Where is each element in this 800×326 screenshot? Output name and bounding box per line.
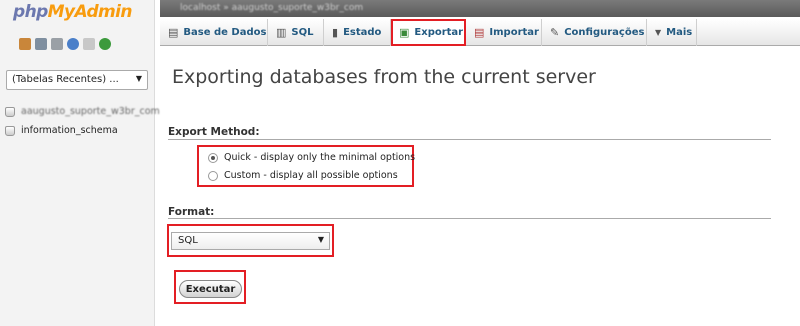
database-icon: [5, 106, 15, 117]
tab-import[interactable]: ▤ Importar: [466, 18, 542, 46]
format-select[interactable]: SQL ▼: [171, 232, 330, 250]
status-icon: ▮: [332, 25, 339, 39]
radio-label: Quick - display only the minimal options: [224, 152, 416, 163]
import-icon: ▤: [474, 25, 485, 39]
tab-bar: ▤ Base de Dados ▥ SQL ▮ Estado ▣ Exporta…: [160, 18, 800, 46]
breadcrumb-bar: localhost » aaugusto_suporte_w3br_com: [160, 0, 800, 17]
tab-export[interactable]: ▣ Exportar: [391, 18, 466, 46]
tab-label: Estado: [343, 26, 382, 38]
breadcrumb[interactable]: localhost » aaugusto_suporte_w3br_com: [168, 3, 363, 13]
tab-status[interactable]: ▮ Estado: [324, 18, 391, 46]
main-content: Exporting databases from the current ser…: [160, 46, 800, 326]
divider: [168, 139, 771, 140]
recent-tables-value: (Tabelas Recentes) ...: [12, 74, 119, 85]
db-item-label: aaugusto_suporte_w3br_com: [21, 106, 160, 117]
tab-more[interactable]: ▼ Mais: [647, 18, 697, 46]
db-item[interactable]: information_schema: [5, 125, 118, 136]
home-icon[interactable]: [19, 38, 31, 50]
settings-icon[interactable]: [83, 38, 95, 50]
export-method-heading: Export Method:: [168, 126, 260, 138]
db-item-label: information_schema: [21, 125, 118, 136]
wrench-icon: ✎: [550, 25, 560, 39]
database-icon[interactable]: [35, 38, 47, 50]
export-icon: ▣: [399, 25, 410, 39]
tab-settings[interactable]: ✎ Configurações: [542, 18, 647, 46]
radio-label: Custom - display all possible options: [224, 170, 398, 181]
format-select-value: SQL: [178, 235, 198, 246]
execute-button[interactable]: Executar: [179, 280, 242, 298]
reload-icon[interactable]: [99, 38, 111, 50]
dropdown-arrow-icon: ▼: [135, 74, 142, 83]
tab-label: Base de Dados: [183, 26, 267, 38]
radio-button[interactable]: [208, 170, 218, 181]
db-item[interactable]: aaugusto_suporte_w3br_com: [5, 106, 160, 117]
radio-button-selected[interactable]: [208, 152, 218, 163]
format-heading: Format:: [168, 206, 215, 218]
navigation-panel: phpMyAdmin (Tabelas Recentes) ... ▼ aaug…: [0, 0, 160, 326]
tab-label: Importar: [489, 26, 539, 38]
page-title: Exporting databases from the current ser…: [172, 66, 596, 88]
phpmyadmin-logo[interactable]: phpMyAdmin: [13, 2, 132, 22]
tab-label: Mais: [666, 26, 693, 38]
sql-icon: ▥: [276, 25, 287, 39]
quick-export-radio[interactable]: Quick - display only the minimal options: [208, 152, 415, 163]
dropdown-arrow-icon: ▼: [317, 235, 324, 244]
tab-databases[interactable]: ▤ Base de Dados: [160, 18, 268, 46]
chevron-down-icon: ▼: [655, 27, 662, 37]
nav-icon-bar: [19, 38, 111, 50]
recent-tables-select[interactable]: (Tabelas Recentes) ... ▼: [6, 70, 148, 90]
database-icon: ▤: [168, 25, 179, 39]
logo-myadmin-text: MyAdmin: [47, 2, 133, 22]
divider: [168, 218, 771, 219]
docs-icon[interactable]: [51, 38, 63, 50]
tab-label: Configurações: [564, 26, 645, 38]
tab-label: SQL: [291, 26, 314, 38]
tab-sql[interactable]: ▥ SQL: [268, 18, 324, 46]
custom-export-radio[interactable]: Custom - display all possible options: [208, 170, 398, 181]
tab-label: Exportar: [414, 26, 464, 38]
logo-php-text: php: [13, 2, 48, 22]
database-icon: [5, 125, 15, 136]
help-icon[interactable]: [67, 38, 79, 50]
